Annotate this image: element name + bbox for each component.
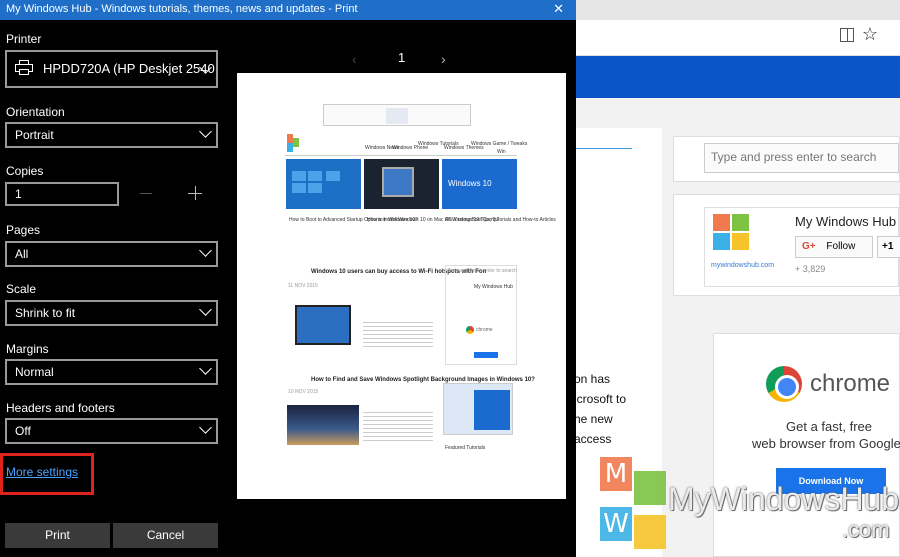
chrome-wordmark: chrome: [810, 370, 891, 397]
preview-tile-image: [364, 159, 439, 209]
watermark-brand: MyWindowsHub: [668, 481, 900, 517]
favorite-star-icon[interactable]: ☆: [862, 24, 878, 45]
preview-logo: [287, 134, 299, 152]
scale-label: Scale: [6, 282, 37, 296]
printer-select[interactable]: HPDD720A (HP Deskjet 2540: [5, 50, 218, 88]
chrome-ad-line: web browser from Google: [752, 436, 900, 451]
cancel-button[interactable]: Cancel: [113, 523, 218, 548]
mywindowshub-logo: [713, 214, 751, 254]
margins-label: Margins: [6, 342, 49, 356]
watermark-dotcom: .com: [842, 517, 890, 542]
watermark-tile-m: M: [600, 457, 632, 491]
follower-count: + 3,829: [795, 264, 826, 274]
dialog-titlebar: My Windows Hub - Windows tutorials, them…: [0, 0, 576, 20]
headers-footers-label: Headers and footers: [6, 401, 115, 415]
plus-icon: [195, 186, 196, 200]
preview-banner: [323, 104, 471, 126]
watermark: M W MyWindowsHub .com: [596, 457, 900, 557]
preview-sidebar-image: [443, 383, 513, 435]
site-search-widget: Type and press enter to search: [673, 136, 900, 182]
annotation-highlight-box: [0, 453, 94, 495]
preview-banner-image: [386, 108, 408, 124]
pages-label: Pages: [6, 223, 41, 237]
site-search-input[interactable]: Type and press enter to search: [704, 143, 899, 173]
preview-tile-image: [286, 159, 361, 209]
preview-nav-divider: [285, 155, 517, 156]
preview-post-excerpt: [363, 409, 433, 443]
print-button[interactable]: Print: [5, 523, 110, 548]
chrome-logo-icon: [766, 366, 802, 402]
pages-select[interactable]: All: [5, 241, 218, 267]
next-page-icon[interactable]: ›: [441, 51, 446, 67]
printer-value: HPDD720A (HP Deskjet 2540: [43, 61, 215, 76]
orientation-value: Portrait: [15, 128, 54, 142]
google-plus-widget: mywindowshub.com My Windows Hub G+ Follo…: [673, 194, 900, 296]
browser-toolbar: ☆: [576, 20, 900, 56]
browser-tab-strip: [576, 0, 900, 20]
dialog-title: My Windows Hub - Windows tutorials, them…: [6, 3, 358, 15]
orientation-select[interactable]: Portrait: [5, 122, 218, 148]
print-dialog: My Windows Hub - Windows tutorials, them…: [0, 0, 576, 557]
widget-url[interactable]: mywindowshub.com: [711, 262, 774, 269]
chevron-down-icon: [199, 421, 212, 434]
chevron-down-icon: [199, 362, 212, 375]
print-preview-page: Windows News Windows Phone Windows Tutor…: [237, 73, 566, 499]
preview-post-image: [295, 305, 351, 345]
headers-footers-select[interactable]: Off: [5, 418, 218, 444]
margins-select[interactable]: Normal: [5, 359, 218, 385]
follow-button[interactable]: G+ Follow: [795, 236, 873, 258]
chevron-down-icon: [199, 125, 212, 138]
preview-post-date: 10 NOV 2015: [288, 389, 319, 395]
watermark-tile-green: [634, 471, 666, 505]
preview-tile-image: Windows 10: [442, 159, 517, 209]
page-number: 1: [398, 50, 406, 65]
watermark-tile-yellow: [634, 515, 666, 549]
google-plus-card: mywindowshub.com My Windows Hub G+ Follo…: [704, 207, 900, 287]
previous-page-icon[interactable]: ‹: [352, 51, 357, 67]
decrement-copies-button[interactable]: [140, 193, 152, 194]
orientation-label: Orientation: [6, 105, 65, 119]
close-icon[interactable]: ✕: [553, 1, 564, 17]
follow-label: Follow: [826, 241, 856, 252]
copies-label: Copies: [6, 164, 44, 178]
widget-title[interactable]: My Windows Hub: [795, 214, 896, 229]
printer-icon: [15, 60, 33, 76]
printer-label: Printer: [6, 32, 42, 46]
preview-nav-item: Windows Game / Tweaks: [471, 141, 528, 147]
chevron-down-icon: [199, 303, 212, 316]
article-text-line: icrosoft to: [574, 392, 627, 406]
pages-value: All: [15, 247, 29, 261]
scale-select[interactable]: Shrink to fit: [5, 300, 218, 326]
watermark-tile-w: W: [600, 507, 632, 541]
article-divider: [576, 148, 632, 149]
site-navigation-bar: [576, 56, 900, 98]
preview-post-image: [287, 405, 359, 445]
copies-input[interactable]: 1: [5, 182, 119, 206]
preview-featured: Featured Tutorials: [445, 445, 486, 451]
reading-view-icon[interactable]: [840, 28, 854, 42]
margins-value: Normal: [15, 365, 54, 379]
article-text-line: he new: [574, 412, 613, 426]
preview-post-date: 11 NOV 2015: [288, 283, 318, 289]
preview-tile-caption: All Windows 10 Tips, Tutorials and How-t…: [445, 217, 556, 223]
preview-sidebar: Type and press enter to search My Window…: [445, 265, 517, 365]
headers-footers-value: Off: [15, 424, 31, 438]
plus-one-button[interactable]: +1: [877, 236, 900, 258]
article-text-line: on has: [574, 372, 611, 386]
article-text-line: access: [574, 432, 612, 446]
scale-value: Shrink to fit: [15, 306, 76, 320]
google-plus-icon: G+: [802, 241, 816, 252]
chrome-ad-line: Get a fast, free: [786, 419, 872, 434]
chevron-down-icon: [199, 244, 212, 257]
preview-post-excerpt: [363, 319, 433, 349]
